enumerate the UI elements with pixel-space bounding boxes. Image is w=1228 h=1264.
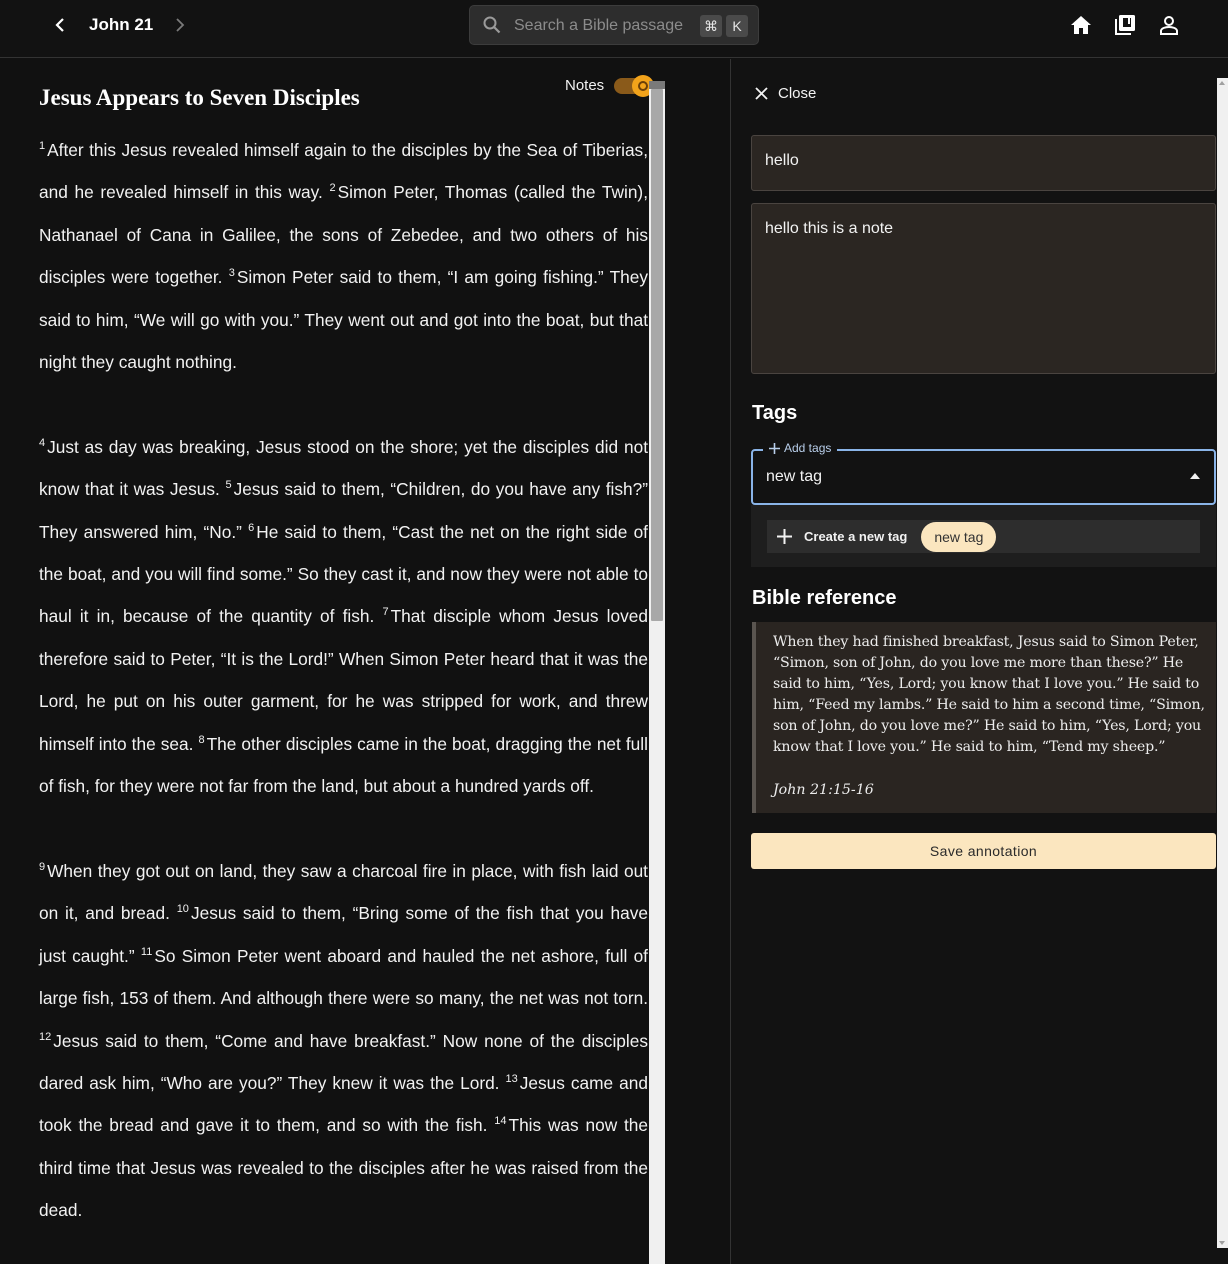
home-button[interactable] xyxy=(1068,12,1094,38)
tags-dropdown: Create a new tag new tag xyxy=(751,505,1216,567)
verse-number: 8 xyxy=(198,733,205,746)
tags-input[interactable] xyxy=(766,468,1166,486)
verse-number: 11 xyxy=(140,945,153,958)
shortcut-key-k: K xyxy=(726,15,748,37)
home-icon xyxy=(1071,16,1091,34)
verse-text: That disciple whom Jesus loved therefore… xyxy=(39,606,648,754)
section-heading: Jesus Appears to Seven Disciples xyxy=(39,85,360,110)
chevron-right-icon xyxy=(176,18,185,32)
verse-number: 9 xyxy=(39,860,46,873)
scroll-down-arrow-icon[interactable] xyxy=(1219,1241,1225,1245)
close-icon xyxy=(755,87,768,100)
verse-number: 6 xyxy=(248,521,255,534)
verse-number: 13 xyxy=(505,1072,518,1085)
verse-number: 7 xyxy=(382,606,389,619)
annotation-note-field[interactable]: hello this is a note xyxy=(751,203,1216,374)
top-bar: John 21 ⌘ K xyxy=(0,0,1228,58)
create-new-tag-option[interactable]: Create a new tag new tag xyxy=(767,520,1200,553)
close-label: Close xyxy=(778,85,817,102)
library-button[interactable] xyxy=(1112,12,1138,38)
annotation-panel: Close hello this is a note Tags Add tags… xyxy=(731,59,1228,1264)
verse-number: 4 xyxy=(39,436,46,449)
verse-number: 14 xyxy=(494,1115,507,1128)
reader-scrollbar[interactable] xyxy=(649,81,665,1264)
bible-reference-heading: Bible reference xyxy=(752,587,897,609)
save-annotation-button[interactable]: Save annotation xyxy=(751,833,1216,869)
annotation-title-input[interactable] xyxy=(765,152,1195,170)
verse-number: 12 xyxy=(39,1030,52,1043)
reference-text: When they had finished breakfast, Jesus … xyxy=(773,634,1205,755)
passage-search[interactable]: ⌘ K xyxy=(469,5,759,45)
shortcut-key-command: ⌘ xyxy=(700,15,722,37)
annotation-note-textarea[interactable]: hello this is a note xyxy=(765,220,1200,360)
new-tag-chip: new tag xyxy=(921,521,997,552)
search-icon xyxy=(483,16,501,34)
verse-number: 1 xyxy=(39,140,46,152)
verse-number: 5 xyxy=(225,479,232,492)
library-icon xyxy=(1115,15,1135,35)
verse-number: 3 xyxy=(228,267,235,280)
search-input[interactable] xyxy=(514,14,684,38)
bible-reference-quote: When they had finished breakfast, Jesus … xyxy=(752,622,1216,813)
close-button[interactable]: Close xyxy=(755,85,816,102)
previous-chapter-button[interactable] xyxy=(46,10,74,40)
panel-scrollbar[interactable] xyxy=(1217,78,1228,1248)
verse-number: 2 xyxy=(329,182,336,195)
create-tag-label: Create a new tag xyxy=(804,529,908,544)
reference-citation: John 21:15-16 xyxy=(773,782,874,798)
chapter-title[interactable]: John 21 xyxy=(89,15,153,35)
chevron-left-icon xyxy=(55,18,64,32)
user-icon xyxy=(1160,16,1178,35)
paragraph: 1 After this Jesus revealed himself again… xyxy=(39,129,648,383)
tags-legend-label: Add tags xyxy=(784,441,832,455)
plus-icon xyxy=(769,442,780,454)
tags-select[interactable]: Add tags xyxy=(751,441,1216,505)
verse-number: 10 xyxy=(176,903,189,916)
scroll-up-arrow-icon[interactable] xyxy=(1219,81,1225,85)
notes-toggle[interactable] xyxy=(614,74,655,97)
plus-icon xyxy=(777,529,792,544)
profile-button[interactable] xyxy=(1156,12,1182,38)
passage-text: 1 After this Jesus revealed himself again… xyxy=(39,129,648,1264)
paragraph: 9 When they got out on land, they saw a c… xyxy=(39,850,648,1232)
tags-legend: Add tags xyxy=(763,441,838,455)
notes-toggle-label: Notes xyxy=(565,77,605,94)
paragraph: 4 Just as day was breaking, Jesus stood o… xyxy=(39,426,648,808)
scrollbar-thumb[interactable] xyxy=(651,89,663,621)
next-chapter-button[interactable] xyxy=(166,10,194,40)
notes-toggle-group: Notes xyxy=(565,74,655,97)
tags-heading: Tags xyxy=(752,402,798,424)
annotation-title-field[interactable] xyxy=(751,135,1216,191)
reader-pane: Jesus Appears to Seven Disciples Notes 1… xyxy=(0,59,665,1264)
scrollbar-cap xyxy=(649,81,665,89)
dropdown-caret-icon[interactable] xyxy=(1190,473,1200,479)
